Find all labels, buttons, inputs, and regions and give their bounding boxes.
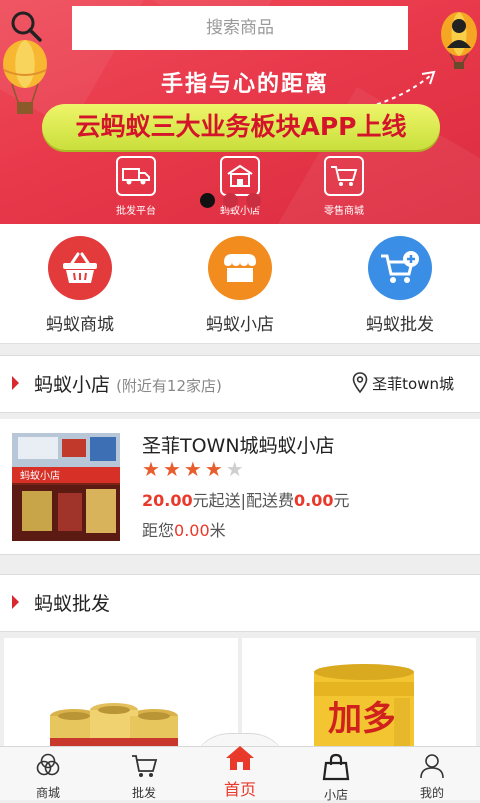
banner-item-retail: 零售商城 [304, 156, 384, 217]
nav-label: 首页 [223, 780, 256, 799]
fee-separator: |配送费 [240, 491, 295, 510]
star-filled-icon: ★ [162, 457, 181, 481]
section-marker-icon [12, 376, 19, 390]
search-icon[interactable] [8, 8, 44, 44]
distance-prefix: 距您 [142, 521, 175, 540]
banner-item-label: 零售商城 [324, 206, 364, 217]
wholesale-section-header[interactable]: 蚂蚁批发 [0, 574, 480, 632]
mall-icon [36, 753, 60, 776]
nav-home[interactable]: 首页 [192, 746, 288, 800]
location-selector[interactable]: 圣菲town城 [352, 372, 454, 394]
category-shop[interactable]: 蚂蚁小店 [160, 224, 320, 343]
banner-headline: 云蚂蚁三大业务板块APP上线 [42, 104, 440, 150]
star-filled-icon: ★ [204, 457, 223, 481]
location-label: 圣菲town城 [372, 374, 454, 393]
star-filled-icon: ★ [142, 457, 160, 481]
cart-icon [132, 755, 158, 777]
category-row: 蚂蚁商城 蚂蚁小店 蚂蚁批发 [0, 224, 480, 344]
section-title-text: 蚂蚁小店 [34, 374, 111, 396]
star-filled-icon: ★ [183, 457, 202, 481]
distance-suffix: 米 [209, 521, 226, 540]
store-icon [208, 236, 272, 300]
nav-wholesale[interactable]: 批发 [96, 747, 192, 800]
nav-mall[interactable]: 商城 [0, 747, 96, 800]
nav-shop[interactable]: 小店 [288, 747, 384, 802]
banner-item-wholesale: 批发平台 [96, 156, 176, 217]
carousel-dot[interactable] [223, 193, 238, 208]
product-can-label: 加多 [328, 699, 396, 739]
store-name[interactable]: 圣菲TOWN城蚂蚁小店 [142, 431, 335, 458]
bag-icon [322, 753, 350, 781]
nav-label: 批发 [131, 786, 156, 800]
category-wholesale[interactable]: 蚂蚁批发 [320, 224, 480, 343]
gold-can-icon: 加多 [314, 664, 414, 756]
store-distance: 距您0.00米 [142, 517, 226, 541]
delivery-fee: 0.00 [294, 491, 334, 510]
cart-icon [324, 156, 364, 196]
store-sign-text: 蚂蚁小店 [20, 469, 60, 482]
category-label: 蚂蚁商城 [46, 315, 114, 335]
gold-cans-icon [50, 703, 178, 756]
shop-section-header[interactable]: 蚂蚁小店 (附近有12家店) 圣菲town城 [0, 355, 480, 413]
section-title: 蚂蚁批发 [34, 593, 111, 615]
star-empty-icon: ★ [225, 457, 244, 481]
bottom-nav: 商城 批发 首页 小店 我的 [0, 746, 480, 802]
product-card[interactable]: 加多 [242, 638, 476, 756]
category-label: 蚂蚁小店 [206, 315, 274, 335]
person-icon [420, 754, 444, 779]
product-card[interactable] [4, 638, 238, 756]
store-photo: 蚂蚁小店 [12, 433, 120, 541]
nav-label: 小店 [323, 788, 348, 802]
basket-icon [48, 236, 112, 300]
banner-item-label: 批发平台 [116, 206, 156, 217]
carousel-dot[interactable] [246, 193, 261, 208]
category-mall[interactable]: 蚂蚁商城 [0, 224, 160, 343]
section-title: 蚂蚁小店 (附近有12家店) [34, 370, 222, 397]
min-order-suffix: 元起送 [192, 491, 241, 510]
store-card[interactable]: 蚂蚁小店 圣菲TOWN城蚂蚁小店 ★ ★ ★ ★ ★ 20.00元起送|配送费0… [0, 419, 480, 555]
carousel-dot[interactable] [200, 193, 215, 208]
shop-icon [220, 156, 260, 196]
carousel-indicator[interactable] [200, 193, 261, 208]
truck-icon [116, 156, 156, 196]
store-rating: ★ ★ ★ ★ ★ [142, 459, 244, 479]
nav-label: 我的 [419, 786, 444, 800]
nav-label: 商城 [35, 786, 60, 800]
category-label: 蚂蚁批发 [366, 315, 434, 335]
section-subtitle: (附近有12家店) [116, 377, 222, 395]
nav-profile[interactable]: 我的 [384, 747, 480, 800]
section-marker-icon [12, 595, 19, 609]
promo-banner[interactable]: 搜索商品 手指与心的距离 云蚂蚁三大业务板块APP上线 批发平台 蚂蚁小店 零售… [0, 0, 480, 224]
min-order-value: 20.00 [142, 491, 193, 510]
search-input[interactable]: 搜索商品 [72, 6, 408, 50]
delivery-info: 20.00元起送|配送费0.00元 [142, 487, 350, 511]
balloon-icon [3, 40, 47, 114]
banner-tagline: 手指与心的距离 [160, 72, 329, 97]
location-pin-icon [352, 372, 368, 394]
home-icon [226, 746, 254, 770]
cart-add-icon [368, 236, 432, 300]
user-profile-icon[interactable] [440, 10, 478, 70]
fee-suffix: 元 [333, 491, 350, 510]
distance-value: 0.00 [174, 521, 210, 540]
